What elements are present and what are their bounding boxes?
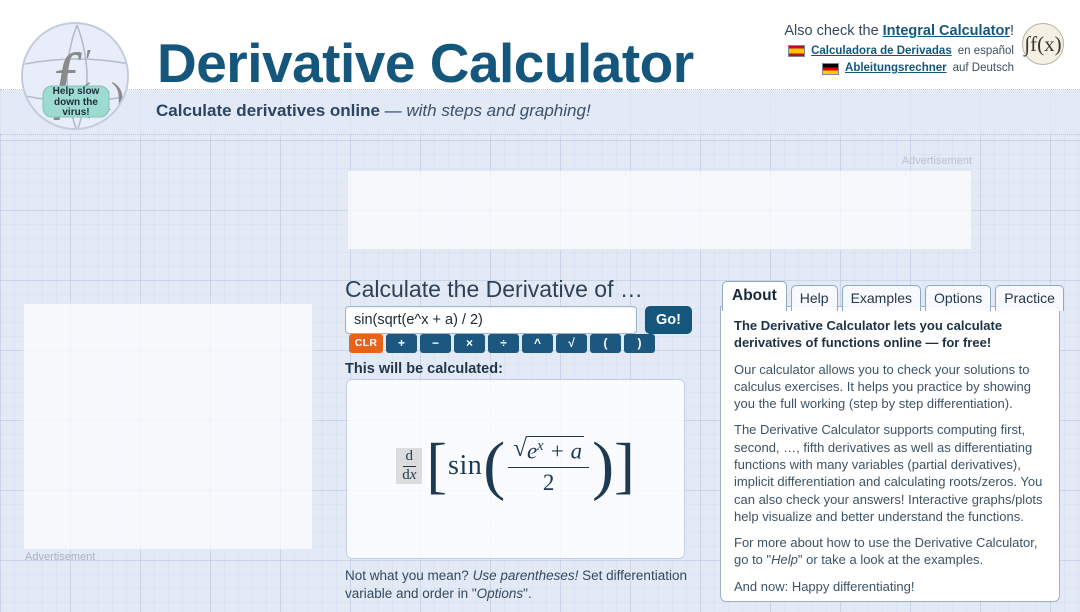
language-row-german: Ableitungsrechner auf Deutsch <box>784 61 1014 77</box>
tab-about[interactable]: About <box>722 281 787 311</box>
sqrt-group: √ ex + a <box>513 434 585 465</box>
language-row-spanish: Calculadora de Derivadas en español <box>784 44 1014 60</box>
divide-button[interactable]: ÷ <box>488 334 519 353</box>
spanish-site-link[interactable]: Calculadora de Derivadas <box>811 44 952 60</box>
about-paragraph-2: Our calculator allows you to check your … <box>734 361 1031 412</box>
about-p4-b: " or take a look at the examples. <box>797 552 984 568</box>
derivative-operator: d dx <box>396 447 423 485</box>
operator-button-row: CLR + − × ÷ ^ √ ( ) <box>349 334 655 353</box>
about-panel: The Derivative Calculator lets you calcu… <box>720 306 1060 602</box>
page-title: Derivative Calculator <box>157 32 694 94</box>
ad-label-left: Advertisement <box>25 551 96 563</box>
about-paragraph-1: The Derivative Calculator lets you calcu… <box>734 318 1003 351</box>
hint-options-emphasis: Options <box>476 585 524 601</box>
integral-logo-label: ∫f(x) <box>1024 31 1062 56</box>
hint-emphasis: Use parentheses! <box>472 568 579 583</box>
minus-button[interactable]: − <box>420 334 451 353</box>
integral-calculator-link[interactable]: Integral Calculator <box>883 23 1010 39</box>
bracket-open: [ <box>426 431 448 500</box>
german-site-link[interactable]: Ableitungsrechner <box>845 61 947 77</box>
also-check-line: Also check the Integral Calculator! <box>784 22 1014 42</box>
paren-open-glyph: ( <box>483 429 506 503</box>
ddx-denominator: dx <box>402 466 417 483</box>
tab-options[interactable]: Options <box>925 284 992 311</box>
sqrt-button[interactable]: √ <box>556 334 587 353</box>
spain-flag-icon <box>788 45 806 58</box>
integral-calculator-logo[interactable]: ∫f(x) <box>1022 23 1064 65</box>
fraction: √ ex + a 2 <box>508 434 590 496</box>
formula-preview-box: d dx [ sin ( √ ex + a 2 ) ] <box>346 379 685 559</box>
sqrt-icon: √ <box>513 434 527 462</box>
about-paragraph-3: The Derivative Calculator supports compu… <box>734 422 1043 524</box>
site-logo[interactable]: f ′ (x) Help slow down the virus! <box>21 22 129 130</box>
rendered-formula: d dx [ sin ( √ ex + a 2 ) ] <box>396 429 635 503</box>
paren-open-button[interactable]: ( <box>590 334 621 353</box>
times-button[interactable]: × <box>454 334 485 353</box>
ad-slot-top[interactable] <box>347 170 972 250</box>
about-paragraph-4: For more about how to use the Derivative… <box>734 534 1046 569</box>
subtitle-bold: Calculate derivatives online <box>156 101 380 120</box>
ad-slot-left[interactable] <box>23 303 313 550</box>
power-button[interactable]: ^ <box>522 334 553 353</box>
plus-button[interactable]: + <box>386 334 417 353</box>
expression-input-row: Go! <box>345 306 692 334</box>
tab-bar: About Help Examples Options Practice <box>722 281 1064 311</box>
also-check-prefix: Also check the <box>784 23 883 39</box>
tab-help[interactable]: Help <box>790 284 838 311</box>
clear-button[interactable]: CLR <box>349 334 383 353</box>
also-check-suffix: ! <box>1009 23 1014 39</box>
spanish-suffix: en español <box>957 44 1014 57</box>
fraction-denominator: 2 <box>542 470 555 496</box>
logo-sticker-line1: Help slow <box>52 86 100 97</box>
ddx-numerator: d <box>402 448 417 467</box>
go-button[interactable]: Go! <box>645 306 692 334</box>
radicand: ex + a <box>525 435 585 464</box>
paren-close-button[interactable]: ) <box>624 334 655 353</box>
hint-question: Not what you mean? <box>345 568 473 583</box>
tab-practice[interactable]: Practice <box>995 284 1064 311</box>
about-p4-em: Help <box>771 552 798 568</box>
subtitle-dash: — <box>379 101 407 120</box>
about-paragraph-5: And now: Happy differentiating! <box>734 578 915 594</box>
ad-label-top: Advertisement <box>901 155 972 167</box>
logo-sticker-line3: virus! <box>62 107 90 118</box>
parentheses-hint: Not what you mean? Use parentheses! Set … <box>345 567 690 602</box>
subtitle-italic: with steps and graphing! <box>406 101 591 120</box>
calculator-heading: Calculate the Derivative of … <box>345 276 643 302</box>
paren-close-glyph: ) <box>592 429 615 503</box>
will-be-calculated-label: This will be calculated: <box>345 361 503 377</box>
expression-input[interactable] <box>345 306 637 334</box>
bracket-close: ] <box>614 431 635 500</box>
sin-function-name: sin <box>448 450 483 481</box>
germany-flag-icon <box>822 62 840 75</box>
hint-tail: ". <box>523 585 532 601</box>
fraction-numerator: √ ex + a <box>508 434 590 469</box>
tab-examples[interactable]: Examples <box>841 284 922 311</box>
page-subtitle: Calculate derivatives online — with step… <box>156 101 591 121</box>
top-links: Also check the Integral Calculator! Calc… <box>784 22 1014 77</box>
german-suffix: auf Deutsch <box>952 62 1014 75</box>
